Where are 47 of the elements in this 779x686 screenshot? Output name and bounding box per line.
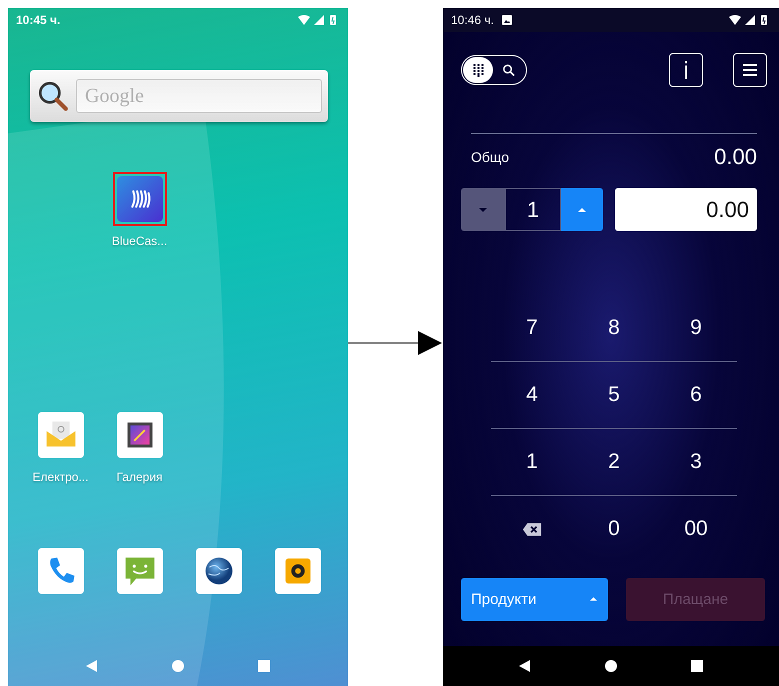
globe-icon [196, 548, 242, 594]
keypad-key[interactable]: 2 [598, 446, 630, 478]
app-icon-tile[interactable] [112, 172, 166, 226]
status-time: 10:46 ч. [451, 13, 494, 27]
app-label: Електро... [32, 470, 88, 484]
backspace-icon [522, 522, 542, 536]
mode-toggle[interactable] [461, 55, 527, 85]
search-field[interactable]: Google [76, 79, 322, 113]
keypad-key[interactable]: 4 [516, 379, 548, 411]
total-label: Общо [471, 149, 510, 165]
picture-frame-icon [116, 412, 162, 458]
status-time: 10:45 ч. [16, 13, 60, 27]
keypad-key[interactable]: 5 [598, 379, 630, 411]
app-label: BlueCas... [112, 234, 168, 248]
chat-bubble-icon [116, 548, 162, 594]
envelope-icon [38, 412, 84, 458]
keypad-key[interactable]: 3 [680, 446, 712, 478]
keypad-key[interactable]: 7 [516, 312, 548, 344]
chevron-up-icon [577, 206, 587, 212]
keypad-key[interactable]: 6 [680, 379, 712, 411]
image-notification-icon [502, 15, 512, 25]
total-amount: 0.00 [714, 144, 757, 170]
info-icon [684, 61, 688, 79]
keypad-key[interactable]: 8 [598, 312, 630, 344]
app-label: Галерия [116, 470, 163, 484]
keypad-key[interactable]: 1 [516, 446, 548, 478]
info-button[interactable] [669, 53, 703, 87]
home-icon[interactable] [604, 659, 618, 673]
menu-button[interactable] [733, 53, 767, 87]
products-button[interactable]: Продукти [461, 578, 608, 620]
search-icon [502, 63, 514, 77]
chevron-down-icon [478, 206, 488, 212]
keypad-icon [472, 63, 484, 77]
keypad-key[interactable]: 9 [680, 312, 712, 344]
camera-shutter-icon [274, 548, 320, 594]
quantity-value[interactable]: 1 [505, 188, 561, 231]
keypad-key[interactable]: 0 [598, 513, 630, 545]
app-logo-icon [116, 176, 162, 222]
keypad-mode-option[interactable] [463, 57, 493, 83]
keypad-key[interactable]: 00 [674, 513, 718, 545]
back-icon[interactable] [518, 659, 532, 673]
menu-icon [742, 62, 758, 78]
caret-icon [589, 596, 598, 602]
recents-icon[interactable] [690, 659, 704, 673]
price-field[interactable]: 0.00 [615, 188, 757, 231]
phone-handset-icon [38, 548, 84, 594]
search-icon[interactable] [36, 79, 70, 113]
